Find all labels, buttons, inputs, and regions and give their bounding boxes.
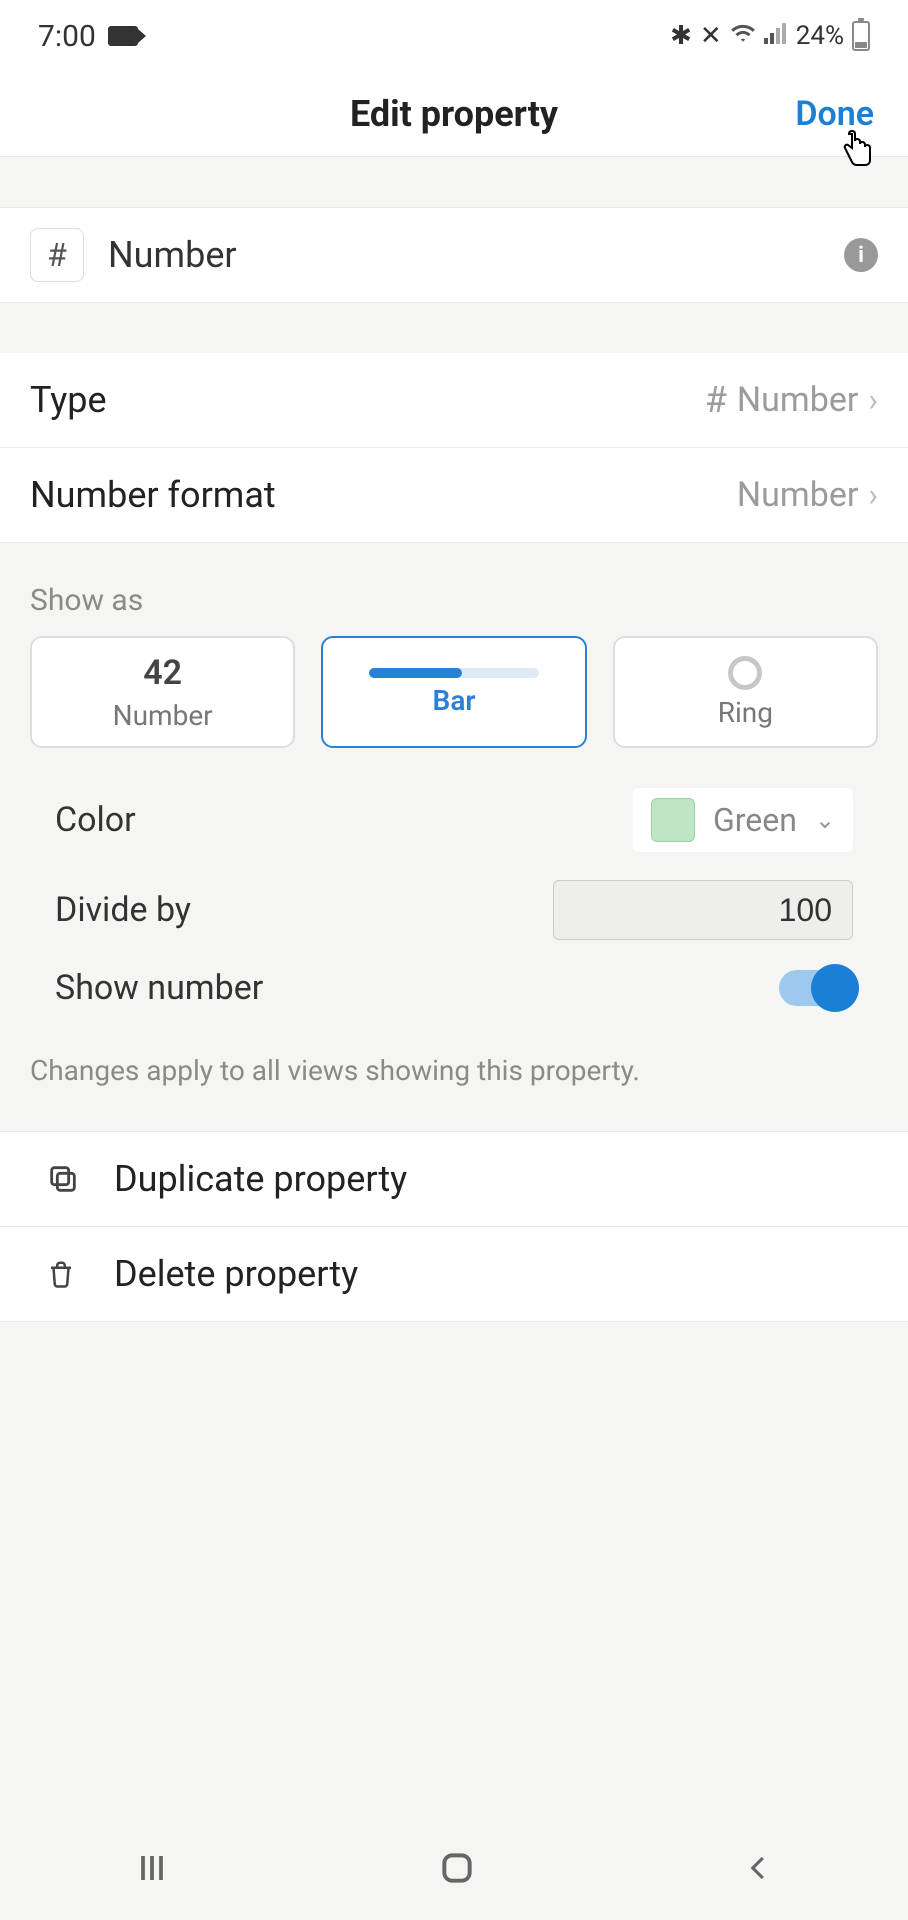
color-row[interactable]: Color Green ⌄ (55, 788, 853, 852)
hint-text: Changes apply to all views showing this … (0, 1018, 908, 1131)
duplicate-property-button[interactable]: Duplicate property (0, 1131, 908, 1227)
number-preview: 42 (143, 653, 182, 693)
hash-icon: # (705, 379, 727, 421)
divide-by-input[interactable] (553, 880, 853, 940)
trash-icon (46, 1257, 80, 1291)
status-right: ✱ ✕ 24% (670, 21, 870, 51)
property-type-glyph-icon: # (30, 228, 84, 282)
type-value: # Number › (705, 379, 878, 421)
status-bar: 7:00 ✱ ✕ 24% (0, 0, 908, 72)
show-number-row: Show number (55, 968, 853, 1008)
number-format-value: Number › (737, 475, 878, 515)
color-swatch (651, 798, 695, 842)
show-as-number-option[interactable]: 42 Number (30, 636, 295, 748)
info-icon[interactable]: i (844, 238, 878, 272)
type-value-text: Number (737, 380, 858, 420)
color-label: Color (55, 800, 136, 840)
header: Edit property Done (0, 72, 908, 157)
color-picker[interactable]: Green ⌄ (633, 788, 853, 852)
chevron-down-icon: ⌄ (815, 806, 835, 834)
android-nav-bar (0, 1820, 908, 1920)
chevron-right-icon: › (868, 381, 878, 419)
delete-property-button[interactable]: Delete property (0, 1227, 908, 1322)
number-format-row[interactable]: Number format Number › (0, 448, 908, 543)
color-value: Green (713, 801, 797, 839)
divide-by-row: Divide by (55, 880, 853, 940)
show-as-bar-option[interactable]: Bar (321, 636, 586, 748)
ring-option-label: Ring (718, 696, 773, 729)
number-format-value-text: Number (737, 475, 858, 515)
show-as-ring-option[interactable]: Ring (613, 636, 878, 748)
page-title: Edit property (350, 93, 558, 135)
done-button[interactable]: Done (795, 94, 874, 134)
duplicate-label: Duplicate property (114, 1158, 407, 1200)
duplicate-icon (46, 1162, 80, 1196)
bluetooth-icon: ✱ (670, 21, 692, 51)
number-format-label: Number format (30, 474, 276, 516)
home-button[interactable] (438, 1849, 476, 1891)
video-recording-icon (108, 26, 138, 46)
delete-label: Delete property (114, 1253, 358, 1295)
status-left: 7:00 (38, 19, 138, 54)
show-number-label: Show number (55, 968, 263, 1008)
recents-button[interactable] (134, 1850, 170, 1890)
status-time: 7:00 (38, 19, 96, 54)
bar-preview-icon (369, 668, 539, 678)
back-button[interactable] (744, 1850, 774, 1890)
type-row[interactable]: Type # Number › (0, 353, 908, 448)
number-option-label: Number (113, 699, 213, 732)
property-name: Number (108, 234, 844, 276)
show-number-toggle[interactable] (779, 970, 853, 1006)
property-name-row[interactable]: # Number i (0, 207, 908, 303)
wifi-icon (730, 21, 756, 51)
ring-preview-icon (728, 656, 762, 690)
type-label: Type (30, 379, 107, 421)
bar-sub-settings: Color Green ⌄ Divide by Show number (0, 758, 908, 1018)
vibrate-icon: ✕ (700, 21, 722, 51)
bar-option-label: Bar (433, 684, 476, 717)
chevron-right-icon: › (868, 476, 878, 514)
battery-pct: 24% (796, 21, 844, 51)
battery-icon (852, 21, 870, 51)
signal-icon (764, 21, 788, 51)
show-as-section: Show as 42 Number Bar Ring (0, 543, 908, 758)
show-as-title: Show as (30, 583, 878, 618)
divide-by-label: Divide by (55, 890, 191, 930)
